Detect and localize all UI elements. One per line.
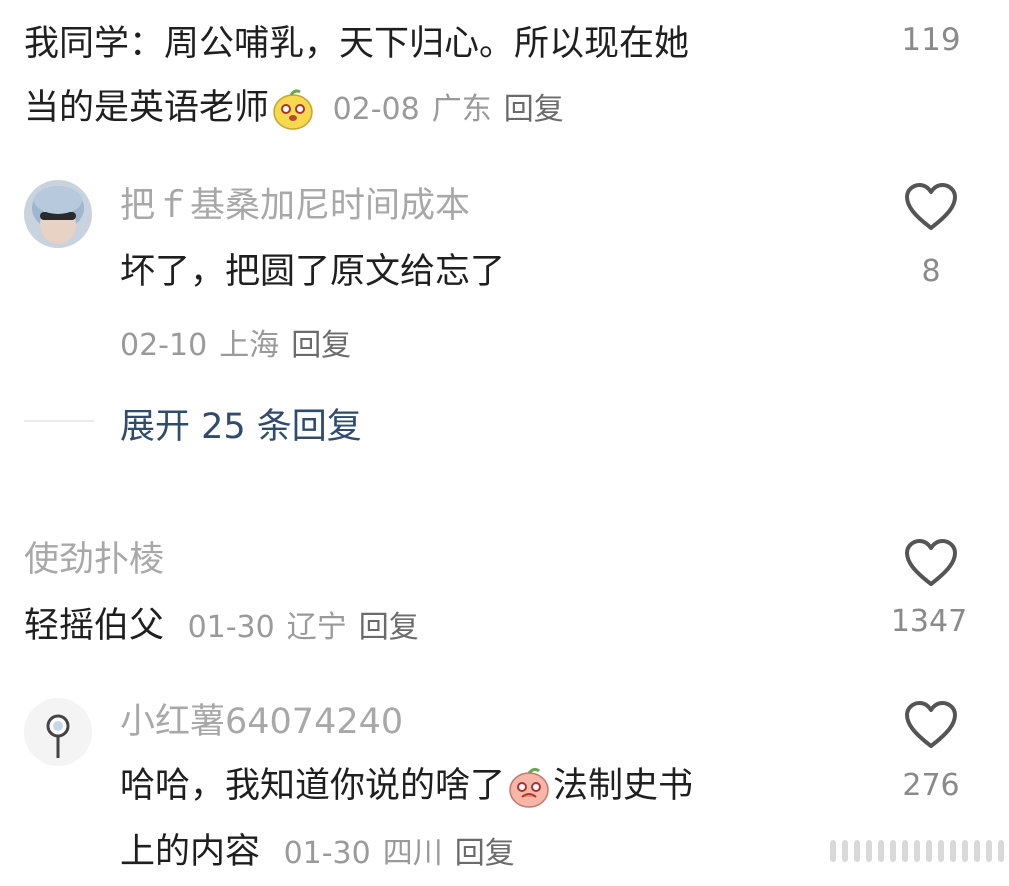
- comment-text: 上的内容 01-30 四川 回复: [120, 820, 527, 886]
- like-button[interactable]: [904, 538, 958, 592]
- comment-date: 02-10: [120, 328, 208, 363]
- comment-item: 使劲扑棱 轻摇伯父 01-30 辽宁 回复 1347: [0, 530, 1009, 660]
- reply-button[interactable]: 回复: [504, 92, 564, 127]
- comment-location: 上海: [219, 328, 280, 363]
- reply-button[interactable]: 回复: [291, 328, 351, 363]
- avatar[interactable]: [24, 698, 92, 766]
- comment-meta: 02-10 上海 回复: [120, 320, 363, 364]
- like-count: 276: [902, 768, 960, 803]
- reply-button[interactable]: 回复: [359, 610, 419, 645]
- comment-text-line: 轻摇伯父: [24, 606, 165, 646]
- comment-text: 轻摇伯父 01-30 辽宁 回复: [24, 594, 431, 660]
- shy-peach-emoji: [507, 765, 551, 809]
- like-button[interactable]: [904, 700, 958, 754]
- avatar[interactable]: [24, 180, 92, 248]
- comment-text-line: 法制史书: [553, 766, 694, 806]
- divider: [24, 420, 94, 422]
- comment-item: 我同学：周公哺乳，天下归心。所以现在她 当的是英语老师 02-08 广东 回复 11…: [0, 0, 1009, 150]
- username[interactable]: 使劲扑棱: [24, 538, 164, 582]
- like-count: 1347: [890, 604, 968, 639]
- username[interactable]: 把ｆ基桑加尼时间成本: [120, 184, 470, 228]
- scroll-indicator: [830, 840, 1009, 862]
- comment-date: 01-30: [187, 610, 275, 645]
- comment-location: 广东: [431, 92, 492, 127]
- comment-text: 哈哈，我知道你说的啥了 法制史书: [120, 754, 693, 818]
- like-button[interactable]: [904, 182, 958, 236]
- comment-date: 01-30: [283, 836, 371, 871]
- comment-text-line: 哈哈，我知道你说的啥了: [120, 766, 506, 806]
- comment-date: 02-08: [332, 92, 420, 127]
- pear-face-emoji: [271, 87, 315, 131]
- comment-text: 当的是英语老师 02-08 广东 回复: [24, 76, 576, 142]
- username[interactable]: 小红薯64074240: [120, 700, 403, 744]
- heart-icon: [905, 701, 957, 748]
- heart-icon: [905, 183, 957, 230]
- comment-location: 辽宁: [286, 610, 347, 645]
- expand-replies-button[interactable]: 展开 25 条回复: [120, 398, 362, 449]
- reply-button[interactable]: 回复: [455, 836, 515, 871]
- comment-text: 坏了，把圆了原文给忘了: [120, 252, 506, 292]
- comment-location: 四川: [382, 836, 443, 871]
- comment-text: 我同学：周公哺乳，天下归心。所以现在她: [24, 24, 690, 64]
- like-count: 119: [901, 22, 961, 58]
- like-count: 8: [921, 254, 941, 289]
- comment-text-line: 当的是英语老师: [24, 88, 270, 128]
- comment-item: 把ｆ基桑加尼时间成本 坏了，把圆了原文给忘了 02-10 上海 回复 8 展开 25…: [0, 170, 1009, 460]
- heart-icon: [905, 539, 957, 586]
- comment-text-line: 上的内容: [120, 832, 261, 872]
